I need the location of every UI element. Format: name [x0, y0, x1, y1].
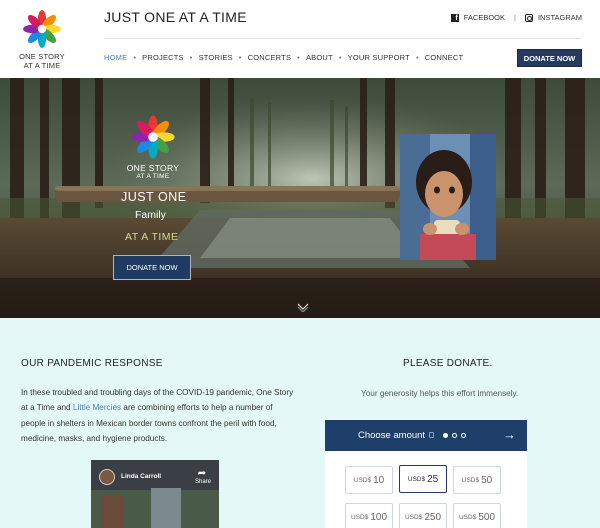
header-divider [104, 38, 582, 39]
little-mercies-link[interactable]: Little Mercies [73, 403, 121, 412]
amount-value: 100 [370, 511, 388, 523]
share-button[interactable]: ➦ Share [195, 468, 212, 486]
currency-label: USD$ [353, 476, 372, 484]
nav-item-projects[interactable]: PROJECTS [142, 53, 184, 62]
nav-item-your-support[interactable]: YOUR SUPPORT [348, 53, 410, 62]
donation-widget: Choose amount → USD$ 10 USD$ 25 USD$ 50 … [325, 420, 527, 528]
logo-line-1: ONE STORY [19, 52, 65, 61]
step-indicator-1 [443, 433, 448, 438]
facebook-link[interactable]: FACEBOOK [464, 13, 505, 22]
social-links: f FACEBOOK | INSTAGRAM [450, 13, 582, 22]
amount-value: 500 [478, 511, 496, 523]
amount-value: 25 [427, 473, 439, 485]
logo-line-2: AT A TIME [23, 61, 61, 70]
hero-line-just-one: JUST ONE [121, 190, 187, 204]
amount-value: 250 [424, 511, 442, 523]
hero-line-family: Family [135, 209, 166, 221]
nav-separator: • [189, 53, 193, 62]
pandemic-text: In these troubled and troubling days of … [21, 385, 299, 446]
nav-separator: • [238, 53, 242, 62]
nav-separator: • [338, 53, 342, 62]
hero-donate-button[interactable]: DONATE NOW [113, 255, 191, 280]
logo-flower-icon [23, 10, 61, 48]
video-player[interactable]: Linda Carroll ➦ Share [91, 460, 219, 528]
hero-forest-image [0, 78, 600, 318]
nav-item-home[interactable]: HOME [104, 53, 127, 62]
nav-item-about[interactable]: ABOUT [306, 53, 333, 62]
arrow-right-icon[interactable]: → [503, 427, 516, 442]
hero-banner: ONE STORY AT A TIME JUST ONE Family AT A… [0, 78, 600, 318]
donate-subtitle: Your generosity helps this effort immens… [361, 389, 519, 398]
amount-option-10[interactable]: USD$ 10 [345, 466, 393, 494]
logo-flower-icon [131, 115, 175, 159]
donation-widget-header: Choose amount → [325, 420, 527, 451]
chevron-down-icon[interactable] [297, 302, 309, 312]
social-separator: | [514, 13, 516, 22]
child-photo [400, 134, 496, 260]
hero-logo-line-1: ONE STORY [126, 163, 180, 173]
instagram-icon[interactable] [524, 13, 533, 22]
nav-item-concerts[interactable]: CONCERTS [248, 53, 292, 62]
currency-label: USD$ [350, 513, 369, 521]
hero-line-at-a-time: AT A TIME [125, 231, 179, 243]
amount-value: 10 [373, 474, 385, 486]
nav-item-stories[interactable]: STORIES [199, 53, 233, 62]
nav-separator: • [297, 53, 300, 62]
amount-option-100[interactable]: USD$ 100 [345, 503, 393, 528]
currency-label: USD$ [461, 476, 480, 484]
amount-option-50[interactable]: USD$ 50 [453, 466, 501, 494]
avatar [99, 469, 115, 485]
video-channel-name: Linda Carroll [121, 473, 162, 480]
lock-icon [429, 432, 434, 438]
facebook-icon[interactable]: f [450, 13, 459, 22]
nav-item-connect[interactable]: CONNECT [425, 53, 463, 62]
hero-logo-line-2: AT A TIME [136, 173, 170, 180]
amount-option-500[interactable]: USD$ 500 [453, 503, 501, 528]
logo[interactable]: ONE STORY AT A TIME [16, 8, 68, 74]
nav-separator: • [133, 53, 137, 62]
step-indicator-2 [452, 433, 457, 438]
pandemic-section: OUR PANDEMIC RESPONSE In these troubled … [0, 318, 600, 528]
step-indicator-3 [461, 433, 466, 438]
donate-now-button[interactable]: DONATE NOW [517, 49, 582, 67]
instagram-link[interactable]: INSTAGRAM [538, 13, 582, 22]
share-label: Share [195, 479, 212, 485]
currency-label: USD$ [407, 475, 426, 483]
amount-option-25[interactable]: USD$ 25 [399, 465, 447, 493]
main-nav: HOME • PROJECTS • STORIES • CONCERTS • A… [104, 53, 463, 62]
currency-label: USD$ [404, 513, 423, 521]
choose-amount-title: Choose amount [358, 430, 426, 441]
nav-separator: • [415, 53, 419, 62]
site-title: JUST ONE AT A TIME [104, 9, 247, 25]
donate-title: PLEASE DONATE. [403, 358, 493, 369]
currency-label: USD$ [458, 513, 477, 521]
pandemic-title: OUR PANDEMIC RESPONSE [21, 358, 163, 369]
hero-logo: ONE STORY AT A TIME [123, 113, 183, 193]
share-icon: ➦ [197, 468, 207, 479]
site-header: ONE STORY AT A TIME JUST ONE AT A TIME f… [0, 0, 600, 78]
amount-value: 50 [481, 474, 493, 486]
amount-option-250[interactable]: USD$ 250 [399, 503, 447, 528]
